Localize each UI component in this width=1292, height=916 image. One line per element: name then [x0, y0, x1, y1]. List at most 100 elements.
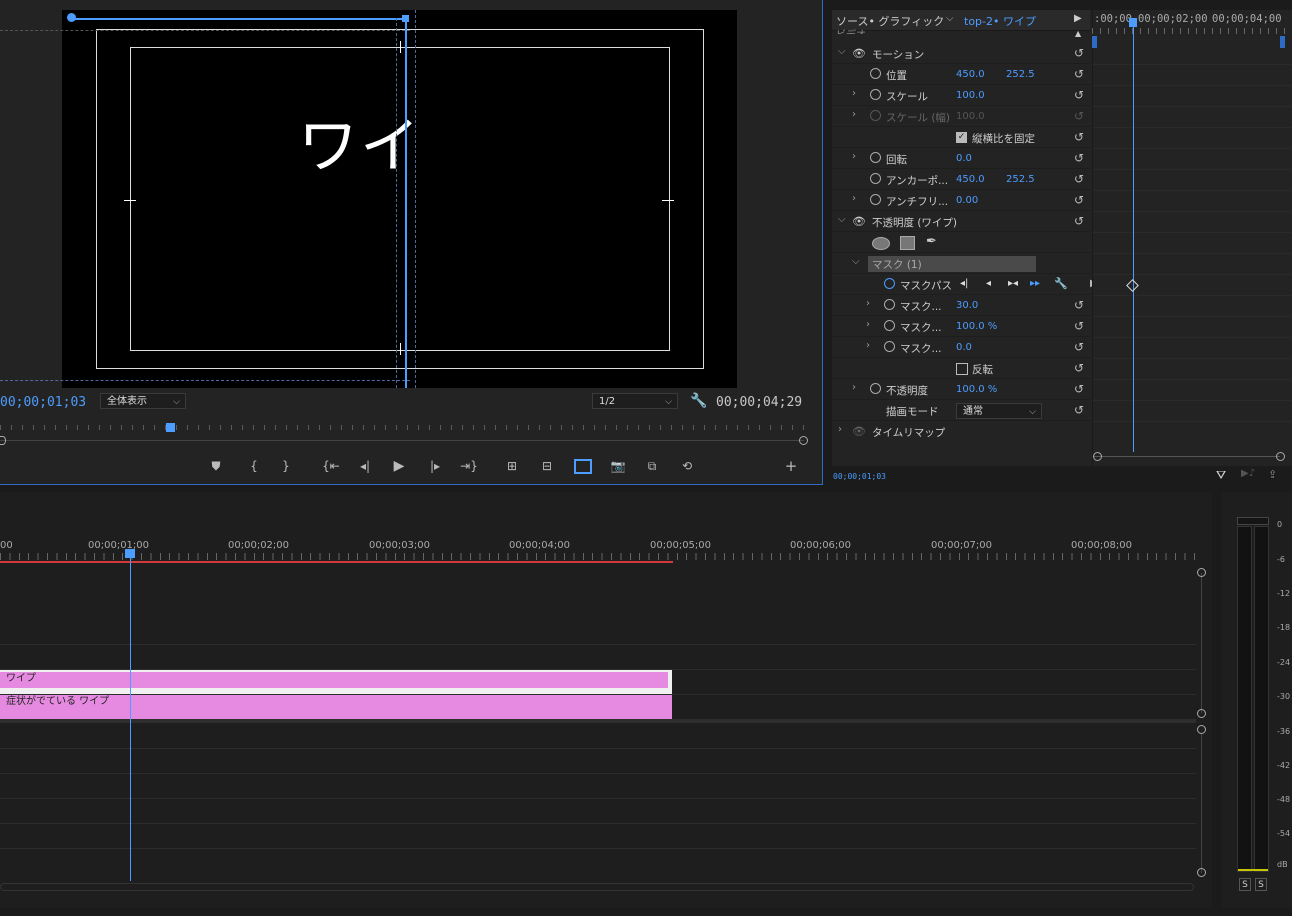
blend-mode-row[interactable]: 描画モード 通常 ⌵ ↺ [832, 401, 1090, 421]
track-forward-icon[interactable]: ▸▸ [1030, 278, 1040, 289]
monitor-scrollbar[interactable] [0, 440, 804, 441]
reset-icon[interactable]: ↺ [1074, 403, 1084, 417]
chevron-down-icon[interactable]: ⌵ [838, 214, 846, 225]
timeline-horizontal-scrollbar[interactable] [0, 883, 1194, 891]
reset-icon[interactable]: ↺ [1074, 319, 1084, 333]
anchor-y-value[interactable]: 252.5 [1006, 174, 1035, 185]
keyframe-timeline[interactable] [1092, 10, 1292, 466]
play-only-audio-icon[interactable]: ▶♪ [1241, 468, 1255, 479]
timeline-ruler[interactable]: 00 00;00;01;00 00;00;02;00 00;00;03;00 0… [0, 492, 1212, 562]
add-button-icon[interactable]: + [780, 456, 802, 476]
track-back-frame-icon[interactable]: ◂ [986, 278, 991, 289]
scroll-handle[interactable] [799, 436, 808, 445]
chevron-right-icon[interactable]: › [852, 193, 856, 204]
rectangle-mask-icon[interactable] [900, 236, 915, 250]
export-icon[interactable]: ⇪ [1268, 468, 1277, 481]
clip-symptom-wipe[interactable]: 症状がでている ワイプ [0, 695, 672, 719]
play-icon[interactable]: ▶ [388, 456, 410, 476]
opacity-group-row[interactable]: ⌵ 👁 不透明度 (ワイプ) ↺ [832, 212, 1090, 232]
ec-footer-timecode[interactable]: 00;00;01;03 [833, 472, 886, 481]
mask-row[interactable]: ⌵ マスク (1) [832, 254, 1090, 274]
resolution-dropdown[interactable]: 1/2 ⌵ [592, 393, 678, 409]
stopwatch-icon[interactable] [870, 383, 881, 394]
mask-expansion-row[interactable]: › マスク... 0.0 ↺ [832, 338, 1090, 358]
program-preview[interactable] [62, 10, 737, 388]
antiflicker-row[interactable]: › アンチフリ... 0.00 ↺ [832, 191, 1090, 211]
opacity-value[interactable]: 100.0 % [956, 384, 997, 395]
chevron-right-icon[interactable]: › [866, 298, 870, 309]
compare-view-icon[interactable]: ⧉ [641, 456, 663, 476]
chevron-right-icon[interactable]: › [866, 340, 870, 351]
opacity-row[interactable]: › 不透明度 100.0 % ↺ [832, 380, 1090, 400]
track-backward-icon[interactable]: ◂| [960, 278, 968, 289]
reset-icon[interactable]: ↺ [1074, 361, 1084, 375]
lift-icon[interactable]: ⊞ [501, 456, 523, 476]
position-row[interactable]: 位置 450.0 252.5 ↺ [832, 65, 1090, 85]
mask-right-edge[interactable] [405, 18, 407, 388]
solo-left-button[interactable]: S [1239, 878, 1251, 891]
mask-name-label[interactable]: マスク (1) [872, 257, 922, 272]
reset-icon[interactable]: ↺ [1074, 88, 1084, 102]
uniform-scale-checkbox[interactable]: ✓ [956, 132, 967, 143]
go-to-out-icon[interactable]: ⇥} [458, 456, 480, 476]
scroll-handle[interactable] [1276, 452, 1285, 461]
blend-mode-dropdown[interactable]: 通常 ⌵ [956, 403, 1042, 419]
mask-expansion-value[interactable]: 0.0 [956, 342, 972, 353]
stopwatch-icon[interactable] [884, 341, 895, 352]
video-audio-divider[interactable] [0, 719, 1196, 723]
mask-feather-row[interactable]: › マスク... 30.0 ↺ [832, 296, 1090, 316]
scroll-handle[interactable] [1197, 868, 1206, 877]
position-y-value[interactable]: 252.5 [1006, 69, 1035, 80]
motion-row[interactable]: ⌵ 👁 モーション ↺ [832, 44, 1090, 64]
mask-opacity-value[interactable]: 100.0 % [956, 321, 997, 332]
toggle-proxy-icon[interactable]: ⟲ [676, 456, 698, 476]
mask-vertex-handle[interactable] [67, 13, 76, 22]
playhead-timecode[interactable]: 00;00;01;03 [0, 395, 86, 410]
reset-icon[interactable]: ↺ [1074, 382, 1084, 396]
solo-right-button[interactable]: S [1255, 878, 1267, 891]
mask-vertex-handle[interactable] [402, 15, 409, 22]
step-back-icon[interactable]: ◂| [354, 456, 376, 476]
scroll-handle[interactable] [1197, 709, 1206, 718]
reset-icon[interactable]: ↺ [1074, 298, 1084, 312]
stopwatch-icon[interactable] [870, 173, 881, 184]
monitor-time-ruler[interactable] [0, 422, 810, 434]
stopwatch-icon[interactable] [870, 68, 881, 79]
reset-icon[interactable]: ↺ [1074, 46, 1084, 60]
chevron-down-icon[interactable]: ⌵ [946, 13, 954, 24]
kf-scrollbar[interactable] [1094, 456, 1280, 457]
chevron-down-icon[interactable]: ⌵ [852, 256, 860, 267]
video-track-scrollbar[interactable] [1201, 573, 1202, 713]
uniform-scale-row[interactable]: ✓ 縦横比を固定 ↺ [832, 128, 1090, 148]
scroll-handle[interactable] [0, 436, 6, 445]
mask-opacity-row[interactable]: › マスク... 100.0 % ↺ [832, 317, 1090, 337]
chevron-down-icon[interactable]: ⌵ [838, 46, 846, 57]
rotation-value[interactable]: 0.0 [956, 153, 972, 164]
audio-track-scrollbar[interactable] [1201, 733, 1202, 873]
eye-icon[interactable]: 👁 [852, 215, 866, 228]
add-marker-icon[interactable]: ⛊ [205, 456, 227, 476]
work-area-bar[interactable] [0, 561, 673, 563]
antiflicker-value[interactable]: 0.00 [956, 195, 978, 206]
ellipse-mask-icon[interactable] [872, 237, 890, 250]
reset-icon[interactable]: ↺ [1074, 193, 1084, 207]
chevron-right-icon[interactable]: › [866, 319, 870, 330]
clip-wipe-selected[interactable]: ワイプ [0, 670, 672, 694]
reset-icon[interactable]: ↺ [1074, 151, 1084, 165]
extract-icon[interactable]: ⊟ [536, 456, 558, 476]
eye-icon[interactable]: 👁 [852, 47, 866, 60]
mask-path-row[interactable]: マスクパス ◂| ◂ ▸◂ ▸▸ 🔧 ▶ [832, 275, 1098, 295]
stopwatch-icon[interactable] [870, 89, 881, 100]
fit-dropdown[interactable]: 全体表示 ⌵ [100, 393, 186, 409]
wrench-icon[interactable]: 🔧 [690, 393, 707, 409]
scroll-handle[interactable] [1197, 725, 1206, 734]
stopwatch-icon[interactable] [884, 320, 895, 331]
track-both-icon[interactable]: ▸◂ [1008, 278, 1018, 289]
chevron-right-icon[interactable]: › [852, 382, 856, 393]
reset-icon[interactable]: ↺ [1074, 130, 1084, 144]
stopwatch-icon[interactable] [884, 278, 895, 289]
position-x-value[interactable]: 450.0 [956, 69, 985, 80]
scroll-up-icon[interactable]: ▲ [1075, 29, 1081, 38]
mark-in-icon[interactable]: { [243, 456, 265, 476]
invert-checkbox[interactable] [956, 363, 968, 375]
